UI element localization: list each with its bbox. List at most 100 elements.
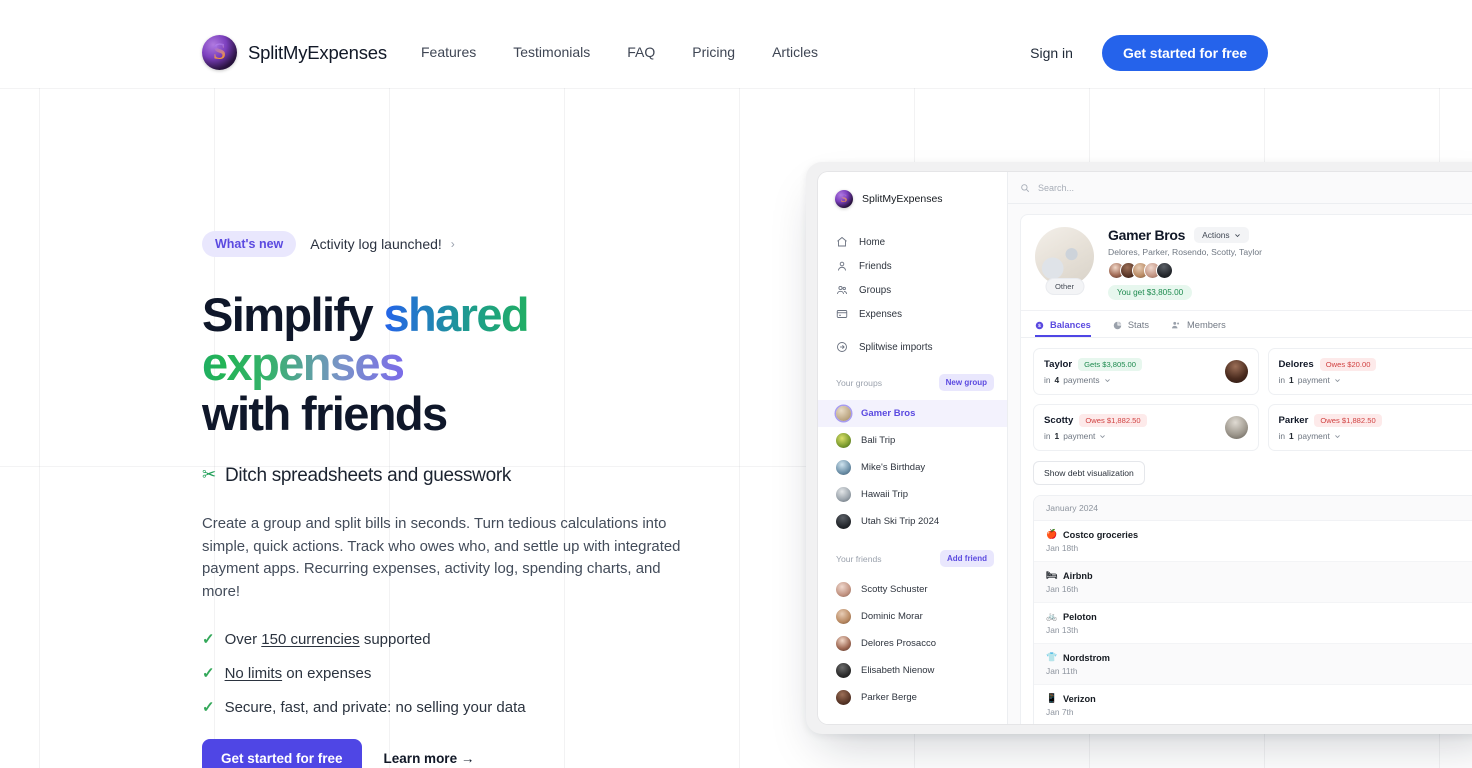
friend-item-label: Scotty Schuster xyxy=(861,584,928,595)
feature-text: No limits on expenses xyxy=(224,664,372,682)
friend-item-scotty-schuster[interactable]: Scotty Schuster xyxy=(818,576,1007,603)
whats-new-text: Activity log launched! › xyxy=(310,236,455,252)
group-item-hawaii-trip[interactable]: Hawaii Trip xyxy=(818,481,1007,508)
whats-new-banner[interactable]: What's new Activity log launched! › xyxy=(202,231,722,257)
brand-logo[interactable]: S SplitMyExpenses xyxy=(202,35,387,70)
expense-date: Jan 11th xyxy=(1046,666,1078,676)
table-row[interactable]: 🍎 Costco groceries Jan 18th xyxy=(1034,521,1472,562)
tab-balances[interactable]: $ Balances xyxy=(1035,320,1091,337)
balance-person-name: Delores xyxy=(1278,359,1314,370)
chevron-down-icon xyxy=(1334,378,1340,382)
app-sidebar-nav: Home Friends Groups Expenses Splitwise i… xyxy=(818,230,1007,359)
balance-card-scotty[interactable]: Scotty Owes $1,882.50 in 1 payment xyxy=(1033,404,1259,451)
group-detail-card: Other Gamer Bros Actions Delores, Parker… xyxy=(1020,214,1472,724)
group-item-mikes-birthday[interactable]: Mike's Birthday xyxy=(818,454,1007,481)
table-row[interactable]: 👕 Nordstrom Jan 11th xyxy=(1034,644,1472,685)
tab-members[interactable]: Members xyxy=(1171,320,1226,337)
nav-link-pricing[interactable]: Pricing xyxy=(692,44,735,60)
sidebar-item-label: Expenses xyxy=(859,308,903,320)
balance-unit: payment xyxy=(1297,431,1330,441)
balance-subtext[interactable]: in 1 payment xyxy=(1279,375,1377,385)
nav-link-testimonials[interactable]: Testimonials xyxy=(513,44,590,60)
sidebar-item-friends[interactable]: Friends xyxy=(818,254,1007,278)
group-photo: Other xyxy=(1035,227,1094,295)
sidebar-item-label: Splitwise imports xyxy=(859,341,933,353)
avatar xyxy=(836,663,851,678)
groups-list: Gamer Bros Bali Trip Mike's Birthday Haw… xyxy=(818,400,1007,535)
tab-label: Balances xyxy=(1050,320,1091,330)
balance-count: 1 xyxy=(1289,431,1294,441)
expense-name: Peloton xyxy=(1063,611,1097,622)
learn-more-link[interactable]: Learn more → xyxy=(384,751,475,766)
chevron-down-icon xyxy=(1104,378,1110,382)
balance-subtext[interactable]: in 4 payments xyxy=(1044,375,1142,385)
friend-item-elisabeth-nienow[interactable]: Elisabeth Nienow xyxy=(818,657,1007,684)
header-get-started-button[interactable]: Get started for free xyxy=(1101,35,1268,71)
group-member-avatars xyxy=(1108,262,1262,279)
sign-in-link[interactable]: Sign in xyxy=(1030,45,1073,61)
balance-subtext[interactable]: in 1 payment xyxy=(1044,431,1147,441)
expense-name: Costco groceries xyxy=(1063,529,1139,540)
sidebar-item-splitwise-imports[interactable]: Splitwise imports xyxy=(818,335,1007,359)
table-row[interactable]: 🛏 Airbnb Jan 16th xyxy=(1034,562,1472,603)
balance-card-parker[interactable]: Parker Owes $1,882.50 in 1 payment xyxy=(1267,404,1472,451)
nav-link-faq[interactable]: FAQ xyxy=(627,44,655,60)
friend-item-parker-berge[interactable]: Parker Berge xyxy=(818,684,1007,711)
sidebar-item-label: Groups xyxy=(859,284,892,296)
check-icon: ✓ xyxy=(202,665,215,683)
status-badge: Owes $1,882.50 xyxy=(1314,414,1382,427)
friends-section-header: Your friends Add friend xyxy=(818,550,1007,567)
group-item-gamer-bros[interactable]: Gamer Bros xyxy=(818,400,1007,427)
hero-subheading: ✂ Ditch spreadsheets and guesswork xyxy=(202,465,722,487)
friend-item-dominic-morar[interactable]: Dominic Morar xyxy=(818,603,1007,630)
nav-link-articles[interactable]: Articles xyxy=(772,44,818,60)
expense-name: Airbnb xyxy=(1063,570,1093,581)
show-debt-visualization-button[interactable]: Show debt visualization xyxy=(1033,461,1145,485)
chevron-down-icon xyxy=(1234,233,1240,237)
expense-date: Jan 16th xyxy=(1046,584,1079,594)
sidebar-item-expenses[interactable]: Expenses xyxy=(818,302,1007,326)
balance-unit: payment xyxy=(1297,375,1330,385)
status-badge: Owes $1,882.50 xyxy=(1079,414,1147,427)
nav-link-features[interactable]: Features xyxy=(421,44,476,60)
table-row[interactable]: 📱 Verizon Jan 7th xyxy=(1034,685,1472,724)
sidebar-item-home[interactable]: Home xyxy=(818,230,1007,254)
group-item-bali-trip[interactable]: Bali Trip xyxy=(818,427,1007,454)
balance-subtext[interactable]: in 1 payment xyxy=(1279,431,1382,441)
app-preview-window: S SplitMyExpenses Home Friends Groups Ex… xyxy=(818,172,1472,724)
landing-page: S SplitMyExpenses Features Testimonials … xyxy=(0,0,1472,768)
app-sidebar-brand[interactable]: S SplitMyExpenses xyxy=(818,186,1007,208)
add-friend-button[interactable]: Add friend xyxy=(940,550,994,567)
balance-name-row: Scotty Owes $1,882.50 xyxy=(1044,414,1147,427)
search-input[interactable]: Search... xyxy=(1038,183,1074,193)
expense-title-row: 🍎 Costco groceries xyxy=(1046,529,1472,540)
sidebar-item-groups[interactable]: Groups xyxy=(818,278,1007,302)
friend-item-delores-prosacco[interactable]: Delores Prosacco xyxy=(818,630,1007,657)
balance-prefix: in xyxy=(1044,375,1051,385)
tab-stats[interactable]: Stats xyxy=(1113,320,1149,337)
group-actions-button[interactable]: Actions xyxy=(1194,227,1249,243)
balance-card-taylor[interactable]: Taylor Gets $3,805.00 in 4 payments xyxy=(1033,348,1259,395)
group-item-label: Utah Ski Trip 2024 xyxy=(861,516,940,527)
expense-name: Verizon xyxy=(1063,693,1096,704)
balance-count: 1 xyxy=(1289,375,1294,385)
sidebar-item-label: Home xyxy=(859,236,886,248)
group-tabs: $ Balances Stats Members xyxy=(1021,311,1472,338)
expense-date: Jan 18th xyxy=(1046,543,1079,553)
app-preview-frame: S SplitMyExpenses Home Friends Groups Ex… xyxy=(806,162,1472,734)
hero-get-started-button[interactable]: Get started for free xyxy=(202,739,362,768)
avatar xyxy=(836,609,851,624)
hero-subheading-text: Ditch spreadsheets and guesswork xyxy=(224,465,512,487)
avatar xyxy=(1224,416,1248,439)
balance-card-delores[interactable]: Delores Owes $20.00 in 1 payment xyxy=(1267,348,1472,395)
nav-actions: Sign in Get started for free xyxy=(1030,35,1268,71)
group-item-utah-ski-trip[interactable]: Utah Ski Trip 2024 xyxy=(818,508,1007,535)
table-row[interactable]: 🚲 Peloton Jan 13th xyxy=(1034,603,1472,644)
search-bar[interactable]: Search... xyxy=(1008,172,1472,204)
scissors-icon: ✂ xyxy=(202,465,216,485)
balance-card-info: Parker Owes $1,882.50 in 1 payment xyxy=(1279,414,1382,441)
page-title: Simplify shared expenses with friends xyxy=(202,290,722,438)
balance-card-info: Taylor Gets $3,805.00 in 4 payments xyxy=(1044,358,1143,385)
new-group-button[interactable]: New group xyxy=(938,374,994,391)
group-item-label: Gamer Bros xyxy=(861,408,916,419)
